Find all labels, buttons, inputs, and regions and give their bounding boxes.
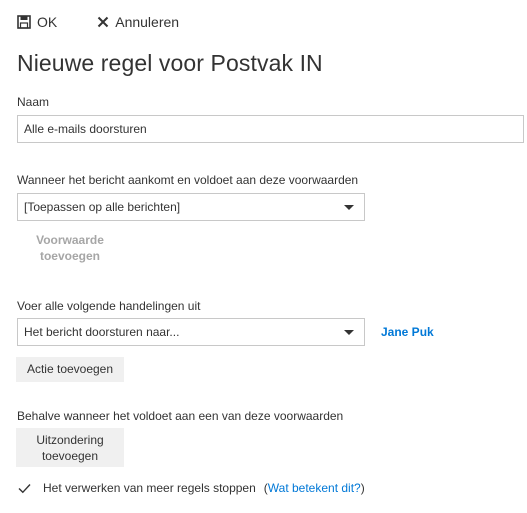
- close-icon: [98, 16, 109, 28]
- help-link[interactable]: Wat betekent dit?: [268, 481, 361, 495]
- stop-processing-checkbox[interactable]: [17, 481, 31, 495]
- chevron-down-icon: [344, 204, 354, 210]
- ok-button[interactable]: OK: [17, 14, 57, 30]
- add-condition-button[interactable]: Voorwaarde toevoegen: [17, 232, 123, 264]
- save-icon: [17, 15, 31, 29]
- exceptions-label: Behalve wanneer het voldoet aan een van …: [17, 409, 344, 423]
- cancel-button[interactable]: Annuleren: [97, 14, 179, 30]
- add-exception-label-line-1: Uitzondering: [36, 432, 104, 447]
- add-condition-label-line-1: Voorwaarde: [36, 233, 104, 247]
- help-close-paren: ): [360, 481, 365, 495]
- ok-label: OK: [37, 14, 58, 30]
- add-action-button[interactable]: Actie toevoegen: [16, 357, 124, 382]
- page-title: Nieuwe regel voor Postvak IN: [17, 50, 323, 76]
- condition-dropdown[interactable]: [Toepassen op alle berichten]: [17, 193, 365, 221]
- recipient-link[interactable]: Jane Puk: [381, 325, 434, 339]
- stop-processing-row: Het verwerken van meer regels stoppen (W…: [17, 481, 365, 495]
- actions-label: Voer alle volgende handelingen uit: [17, 299, 201, 313]
- add-exception-label-line-2: toevoegen: [41, 448, 99, 463]
- condition-dropdown-value: [Toepassen op alle berichten]: [24, 200, 181, 214]
- action-dropdown[interactable]: Het bericht doorsturen naar...: [17, 318, 365, 346]
- name-label: Naam: [17, 95, 50, 109]
- add-exception-button[interactable]: Uitzondering toevoegen: [16, 428, 124, 467]
- toolbar: OK Annuleren: [17, 12, 179, 32]
- add-condition-label-line-2: toevoegen: [39, 249, 100, 263]
- chevron-down-icon: [344, 329, 354, 335]
- conditions-label: Wanneer het bericht aankomt en voldoet a…: [17, 173, 359, 187]
- action-dropdown-value: Het bericht doorsturen naar...: [24, 325, 180, 339]
- stop-processing-label: Het verwerken van meer regels stoppen: [43, 481, 256, 495]
- checkmark-icon: [18, 483, 31, 493]
- cancel-label: Annuleren: [115, 14, 180, 30]
- rule-name-input[interactable]: [17, 115, 524, 143]
